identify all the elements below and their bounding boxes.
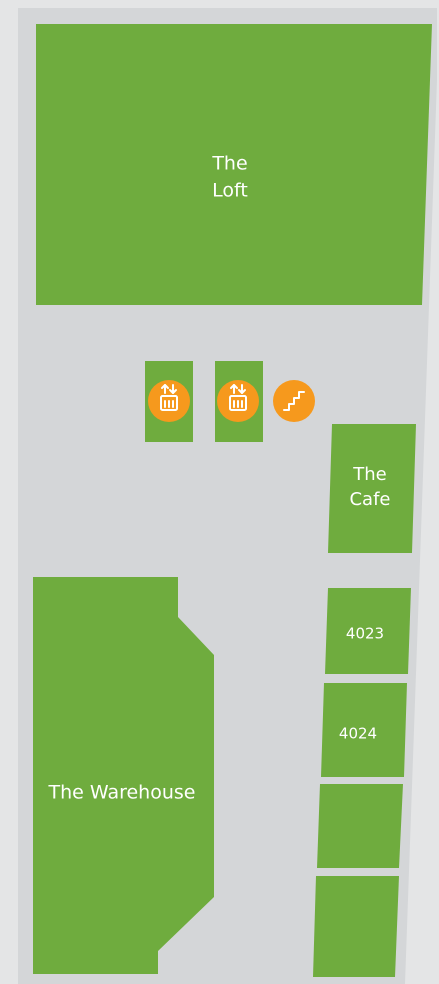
elevator-icon[interactable] [148,380,190,422]
room-unlabeled-2[interactable] [313,876,399,977]
room-the-cafe[interactable]: The Cafe [328,424,416,553]
room-label-loft-line2: Loft [212,180,248,202]
stairs-icon[interactable] [273,380,315,422]
room-label-cafe-line1: The [352,464,386,485]
room-4024[interactable]: 4024 [321,683,407,777]
elevator-icon[interactable] [217,380,259,422]
room-label-4023: 4023 [346,625,384,643]
room-label-cafe-line2: Cafe [349,489,390,510]
room-label-4024: 4024 [339,725,377,743]
room-4023[interactable]: 4023 [325,588,411,674]
room-the-loft[interactable]: The Loft [36,24,432,305]
room-label-warehouse: The Warehouse [48,782,196,804]
room-label-loft-line1: The [211,153,247,175]
room-the-warehouse[interactable]: The Warehouse [33,577,214,974]
room-unlabeled-1[interactable] [317,784,403,868]
floor-plan-map: The Loft The Cafe 4023 4024 The Warehous… [18,8,437,984]
